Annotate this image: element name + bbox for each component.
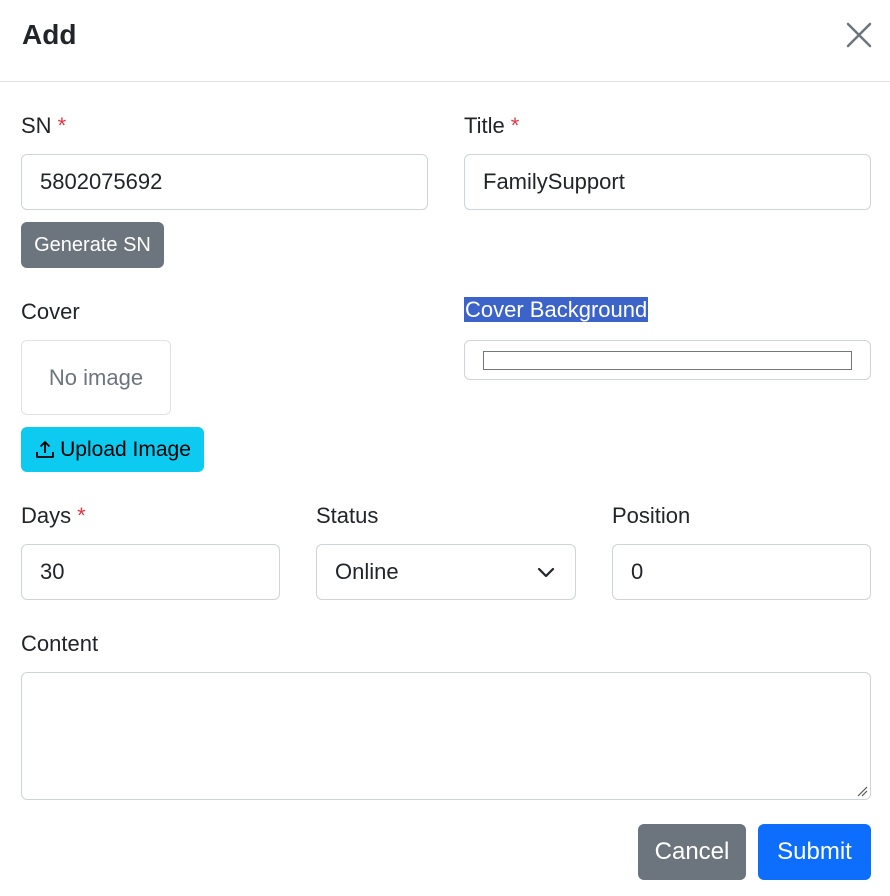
sn-input[interactable]: 5802075692	[21, 154, 428, 210]
title-input[interactable]: FamilySupport	[464, 154, 871, 210]
status-label: Status	[316, 503, 379, 528]
cover-background-color-input[interactable]	[464, 340, 871, 380]
content-textarea[interactable]	[21, 672, 871, 800]
cover-preview: No image	[21, 340, 171, 415]
no-image-text: No image	[48, 364, 144, 390]
modal-title: Add	[22, 19, 77, 50]
required-mark: *	[57, 113, 67, 138]
required-mark: *	[77, 503, 86, 528]
upload-icon	[36, 440, 55, 458]
cover-background-label: Cover Background	[464, 297, 649, 322]
status-selected-value: Online	[335, 559, 399, 584]
close-button[interactable]	[838, 16, 878, 56]
color-swatch	[483, 351, 852, 370]
submit-button[interactable]: Submit	[758, 824, 871, 880]
upload-image-button[interactable]: Upload Image	[21, 427, 204, 472]
sn-label: SN *	[21, 113, 67, 138]
status-select[interactable]: Online	[316, 544, 576, 600]
position-label: Position	[612, 503, 691, 528]
cover-label: Cover	[21, 299, 80, 324]
close-icon	[846, 22, 872, 48]
resize-grip-icon[interactable]	[856, 785, 868, 797]
days-label: Days *	[21, 503, 86, 528]
chevron-down-icon	[537, 567, 555, 578]
days-input[interactable]: 30	[21, 544, 280, 600]
required-mark: *	[510, 113, 520, 138]
position-input[interactable]: 0	[612, 544, 871, 600]
cancel-button[interactable]: Cancel	[638, 824, 746, 880]
content-label: Content	[21, 631, 99, 656]
modal-header: Add	[0, 0, 890, 82]
generate-sn-button[interactable]: Generate SN	[21, 222, 164, 268]
title-label: Title *	[464, 113, 520, 138]
